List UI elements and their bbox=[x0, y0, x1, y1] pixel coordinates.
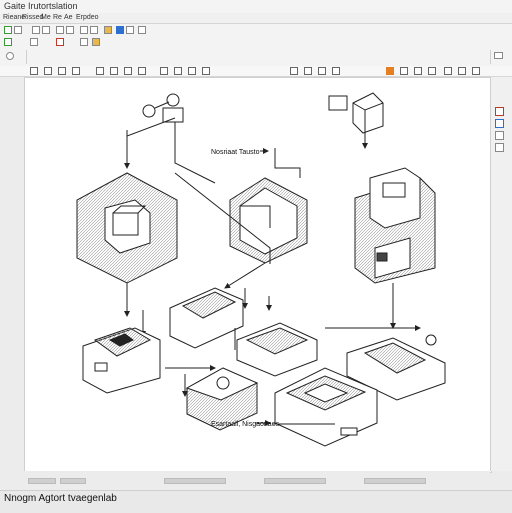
gear-icon[interactable] bbox=[138, 26, 146, 34]
folder-icon[interactable] bbox=[104, 26, 112, 34]
new-icon[interactable] bbox=[4, 38, 12, 46]
undo-icon[interactable] bbox=[80, 26, 88, 34]
highlight-tool-icon[interactable] bbox=[386, 67, 394, 75]
tool-21-icon[interactable] bbox=[444, 67, 452, 75]
title-bar: Gaite Irutortslation bbox=[0, 0, 512, 14]
tool-2-icon[interactable] bbox=[44, 67, 52, 75]
tool-20-icon[interactable] bbox=[428, 67, 436, 75]
scroll-segment-2[interactable] bbox=[60, 478, 86, 484]
folder-small-icon[interactable] bbox=[92, 38, 100, 46]
paste-icon[interactable] bbox=[42, 26, 50, 34]
tool-23-icon[interactable] bbox=[472, 67, 480, 75]
menu-item-4[interactable]: Re bbox=[53, 14, 62, 21]
ribbon-toolbar bbox=[0, 24, 512, 67]
tool-11-icon[interactable] bbox=[188, 67, 196, 75]
redo-icon[interactable] bbox=[90, 26, 98, 34]
panel-icon-2[interactable] bbox=[495, 119, 504, 128]
device-bottom-left bbox=[82, 327, 161, 394]
menu-bar: Rieane Rissed Me Re Ae Erpdeo bbox=[0, 13, 512, 24]
window-title: Gaite Irutortslation bbox=[4, 1, 78, 11]
housing-right bbox=[354, 167, 436, 284]
tool-9-icon[interactable] bbox=[160, 67, 168, 75]
panel-toggle-icon[interactable] bbox=[494, 52, 503, 59]
box-top-right bbox=[328, 92, 384, 134]
tool-22-icon[interactable] bbox=[458, 67, 466, 75]
tray-center bbox=[236, 322, 318, 377]
blue-square-icon[interactable] bbox=[116, 26, 124, 34]
cut-icon[interactable] bbox=[56, 26, 64, 34]
panel-icon-3[interactable] bbox=[495, 131, 504, 140]
tool-6-icon[interactable] bbox=[110, 67, 118, 75]
status-text: Nnogm Agtort tvaegenlab bbox=[4, 493, 117, 504]
tool-8-icon[interactable] bbox=[138, 67, 146, 75]
grid-icon[interactable] bbox=[30, 38, 38, 46]
tool-13-icon[interactable] bbox=[290, 67, 298, 75]
tool-1-icon[interactable] bbox=[30, 67, 38, 75]
copy-icon[interactable] bbox=[32, 26, 40, 34]
panel-icon-1[interactable] bbox=[495, 107, 504, 116]
tool-5-icon[interactable] bbox=[96, 67, 104, 75]
tool-10-icon[interactable] bbox=[174, 67, 182, 75]
format-icon[interactable] bbox=[66, 26, 74, 34]
hexagon-frame-center bbox=[229, 177, 308, 264]
ribbon-divider bbox=[26, 50, 27, 64]
tool-4-icon[interactable] bbox=[72, 67, 80, 75]
drawing-canvas[interactable]: Nosriaat Tausto Esartaall, Nisgaonaes bbox=[24, 77, 492, 473]
shape-icon[interactable] bbox=[126, 26, 134, 34]
horizontal-scrollbar[interactable] bbox=[24, 471, 490, 490]
status-bar: Nnogm Agtort tvaegenlab bbox=[0, 490, 512, 513]
tool-15-icon[interactable] bbox=[318, 67, 326, 75]
scroll-segment-4[interactable] bbox=[364, 478, 426, 484]
menu-item-3[interactable]: Me bbox=[41, 14, 51, 21]
circle-icon[interactable] bbox=[6, 52, 14, 60]
callout-bottom: Esartaall, Nisgaonaes bbox=[211, 421, 280, 428]
scroll-segment-3[interactable] bbox=[264, 478, 326, 484]
hexagon-block-left bbox=[76, 172, 178, 284]
ribbon-divider-right bbox=[490, 50, 491, 64]
callout-top: Nosriaat Tausto bbox=[211, 149, 260, 156]
tool-19-icon[interactable] bbox=[414, 67, 422, 75]
tool-16-icon[interactable] bbox=[332, 67, 340, 75]
tool-7-icon[interactable] bbox=[124, 67, 132, 75]
menu-item-6[interactable]: Erpdeo bbox=[76, 14, 99, 21]
panel-icon-4[interactable] bbox=[495, 143, 504, 152]
tool-3-icon[interactable] bbox=[58, 67, 66, 75]
scroll-thumb[interactable] bbox=[164, 478, 226, 484]
side-panel bbox=[490, 77, 512, 471]
isometric-diagram: Nosriaat Tausto Esartaall, Nisgaonaes bbox=[76, 92, 446, 447]
tool-18-icon[interactable] bbox=[400, 67, 408, 75]
tray-middle bbox=[169, 287, 244, 349]
key-icon bbox=[142, 93, 184, 123]
open-icon[interactable] bbox=[14, 26, 22, 34]
tool-14-icon[interactable] bbox=[304, 67, 312, 75]
scroll-segment-1[interactable] bbox=[28, 478, 56, 484]
delete-icon[interactable] bbox=[56, 38, 64, 46]
tool-12-icon[interactable] bbox=[202, 67, 210, 75]
left-margin bbox=[0, 77, 23, 471]
save-icon[interactable] bbox=[4, 26, 12, 34]
menu-item-5[interactable]: Ae bbox=[64, 14, 73, 21]
drawing-toolbar bbox=[0, 66, 512, 77]
align-icon[interactable] bbox=[80, 38, 88, 46]
